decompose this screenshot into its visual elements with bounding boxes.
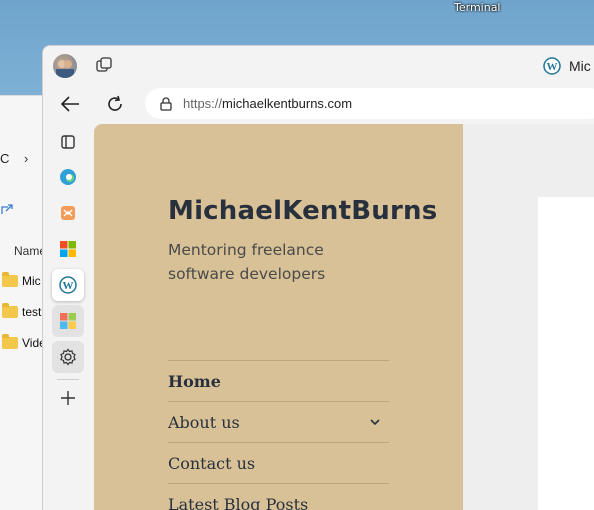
sidebar-item-office-2[interactable]	[52, 305, 84, 337]
sidebar-item-drop[interactable]	[52, 197, 84, 229]
sidebar-item-office[interactable]	[52, 233, 84, 265]
list-item[interactable]: Mic	[2, 272, 41, 288]
tab-label: Mic	[569, 58, 591, 74]
menu-item-home[interactable]: Home	[168, 360, 389, 401]
office-icon	[60, 241, 76, 257]
sidebar-item-wordpress[interactable]: W	[52, 269, 84, 301]
wordpress-icon: W	[59, 276, 77, 294]
content-area	[538, 197, 594, 510]
refresh-icon[interactable]	[105, 94, 125, 114]
share-icon[interactable]	[0, 202, 14, 216]
site-header-panel: MichaelKentBurns Mentoring freelance sof…	[94, 124, 463, 510]
site-tagline: Mentoring freelance software developers	[168, 241, 326, 283]
sidebar-item-add[interactable]	[52, 382, 84, 414]
folder-icon	[2, 334, 18, 349]
menu-item-about[interactable]: About us	[168, 401, 389, 442]
add-icon	[61, 391, 75, 405]
office-icon	[60, 313, 76, 329]
chevron-down-icon[interactable]	[369, 416, 381, 428]
terminal-taskbar-label[interactable]: Terminal	[454, 1, 501, 14]
folder-icon	[2, 303, 18, 318]
url-text: https://michaelkentburns.com	[183, 96, 353, 111]
chevron-right-icon[interactable]: ›	[24, 151, 28, 166]
sidebar-divider	[57, 379, 79, 380]
site-title[interactable]: MichaelKentBurns	[168, 196, 437, 226]
avatar-image	[56, 60, 74, 78]
menu-item-contact[interactable]: Contact us	[168, 442, 389, 483]
profile-avatar[interactable]	[53, 54, 77, 78]
settings-icon	[60, 348, 76, 366]
edge-sidebar: W	[43, 124, 93, 510]
web-page: MichaelKentBurns Mentoring freelance sof…	[94, 124, 594, 510]
edge-icon	[60, 169, 76, 185]
sidebar-item-settings[interactable]	[52, 341, 84, 373]
menu-item-blog[interactable]: Latest Blog Posts	[168, 483, 389, 510]
sidebar-item-tabs[interactable]	[52, 126, 84, 158]
tab-actions-icon	[61, 135, 75, 149]
drop-icon	[61, 206, 75, 220]
svg-text:W: W	[63, 280, 74, 292]
list-item[interactable]: test	[2, 303, 41, 319]
primary-menu: Home About us Contact us Latest Blog Pos…	[168, 360, 389, 510]
svg-text:W: W	[547, 61, 558, 73]
explorer-breadcrumb[interactable]: C	[0, 151, 9, 166]
folder-icon	[2, 272, 18, 287]
navigation-bar: https://michaelkentburns.com	[43, 84, 594, 124]
address-bar[interactable]: https://michaelkentburns.com	[145, 88, 594, 119]
tab-bar: W Mic	[43, 46, 594, 84]
tab-michaelkentburns[interactable]: W Mic	[543, 51, 591, 81]
lock-icon[interactable]	[159, 96, 173, 111]
tab-actions-icon[interactable]	[95, 56, 113, 74]
edge-browser-window: W Mic https://michaelkentburns.com W Mic…	[42, 45, 594, 510]
back-icon[interactable]	[59, 94, 81, 114]
sidebar-item-edge[interactable]	[52, 161, 84, 193]
list-item[interactable]: Vide	[2, 334, 46, 350]
wordpress-icon: W	[543, 57, 561, 75]
